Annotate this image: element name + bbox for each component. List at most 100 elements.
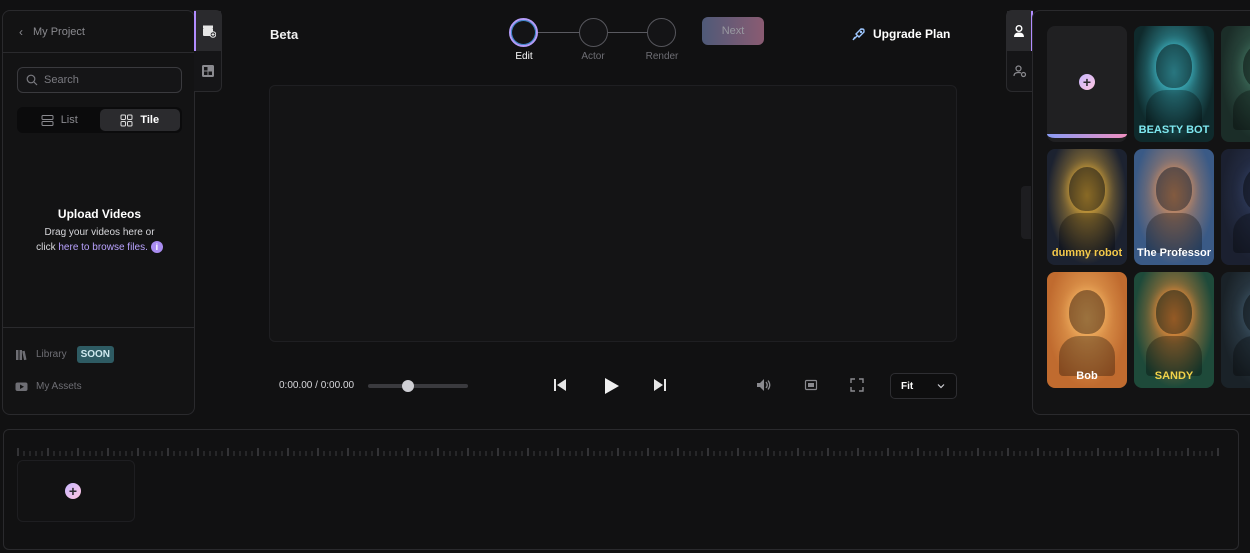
upload-title: Upload Videos	[57, 207, 142, 221]
youtube-icon	[15, 382, 28, 391]
app-root: ‹ My Project Search List Tile Upload Vid…	[0, 0, 1250, 553]
browse-files-link[interactable]: here to browse files.	[58, 242, 148, 253]
my-assets-label: My Assets	[36, 381, 82, 392]
actor-name: Bob	[1076, 370, 1098, 382]
actor-card[interactable]: dummy robot	[1047, 149, 1127, 265]
step-connector	[538, 32, 580, 33]
actor-name: dummy robot	[1051, 247, 1123, 259]
fullscreen-button[interactable]	[848, 374, 866, 396]
actor-card[interactable]: Bob	[1047, 272, 1127, 388]
step-edit-circle[interactable]	[509, 18, 538, 47]
add-clip-icon: +	[65, 483, 81, 499]
tab-actor-settings[interactable]	[1007, 51, 1033, 91]
actor-card[interactable]: BEASTY BOT	[1134, 26, 1214, 142]
upload-line1: Drag your videos here or	[44, 227, 155, 238]
skip-forward-button[interactable]	[650, 374, 670, 396]
tile-view-button[interactable]: Tile	[99, 109, 180, 131]
soon-badge: SOON	[76, 346, 115, 363]
upgrade-plan-label: Upgrade Plan	[873, 27, 951, 41]
actor-portrait	[1156, 290, 1192, 334]
skip-forward-icon	[654, 379, 666, 391]
volume-button[interactable]	[755, 374, 773, 396]
actor-card[interactable]	[1221, 26, 1250, 142]
timeline-add-clip[interactable]: +	[17, 460, 135, 522]
step-connector	[608, 32, 648, 33]
media-panel-footer: Library SOON My Assets	[3, 327, 194, 415]
time-readout: 0:00.00 / 0:00.00	[279, 380, 355, 391]
upload-description: Drag your videos here or click here to b…	[3, 225, 196, 255]
actor-card[interactable]	[1221, 149, 1250, 265]
info-icon[interactable]: i	[150, 241, 163, 254]
grid-icon	[120, 114, 133, 126]
actor-body	[1233, 90, 1250, 130]
tab-templates[interactable]	[194, 51, 221, 91]
library-item[interactable]: Library SOON	[15, 346, 115, 363]
actor-portrait	[1156, 167, 1192, 211]
back-label: My Project	[33, 25, 85, 38]
actor-gallery: + BEASTY BOT dummy robot The Professor Bob SA…	[1032, 10, 1250, 415]
actor-name: The Professor	[1137, 247, 1211, 259]
upgrade-plan-button[interactable]: Upgrade Plan	[851, 26, 950, 42]
layout-icon	[201, 65, 214, 77]
actor-card[interactable]	[1221, 272, 1250, 388]
list-icon	[41, 114, 54, 126]
actor-card[interactable]: The Professor	[1134, 149, 1214, 265]
actor-portrait	[1243, 167, 1250, 211]
fit-select[interactable]: Fit	[890, 373, 957, 399]
actor-body	[1233, 336, 1250, 376]
library-label: Library	[36, 349, 67, 360]
panel-collapse-handle[interactable]	[1021, 186, 1031, 239]
actor-name: SANDY	[1154, 370, 1194, 382]
rocket-icon	[852, 28, 865, 41]
clapperboard-icon	[202, 25, 216, 38]
play-icon	[605, 378, 619, 394]
search-input[interactable]: Search	[17, 67, 182, 93]
upload-line2-prefix: click	[36, 242, 59, 253]
user-icon	[1014, 25, 1024, 37]
back-to-project[interactable]: ‹ My Project	[3, 11, 194, 53]
view-toggle: List Tile	[17, 107, 182, 133]
step-actor-circle[interactable]	[579, 18, 608, 47]
user-settings-icon	[1013, 65, 1027, 78]
step-render-label: Render	[645, 51, 679, 62]
chevron-left-icon: ‹	[19, 24, 23, 39]
timeline-ruler[interactable]	[16, 448, 1222, 456]
tab-actors[interactable]	[1007, 11, 1033, 51]
step-render-circle[interactable]	[647, 18, 676, 47]
tile-view-label: Tile	[140, 114, 160, 126]
chevron-down-icon	[937, 384, 945, 389]
media-side-tabs	[194, 10, 222, 92]
search-placeholder: Search	[44, 74, 79, 86]
list-view-button[interactable]: List	[19, 109, 100, 131]
video-preview-canvas[interactable]	[269, 85, 957, 342]
volume-icon	[757, 379, 771, 391]
add-actor-icon: +	[1079, 74, 1095, 90]
actor-portrait	[1156, 44, 1192, 88]
pip-button[interactable]	[803, 374, 819, 396]
step-edit-label: Edit	[515, 51, 533, 62]
seek-bar[interactable]	[368, 384, 468, 388]
actor-card[interactable]: SANDY	[1134, 272, 1214, 388]
actor-portrait	[1069, 290, 1105, 334]
actor-portrait	[1243, 290, 1250, 334]
upload-dropzone[interactable]: Upload Videos Drag your videos here or c…	[3, 207, 196, 255]
my-assets-item[interactable]: My Assets	[15, 380, 82, 393]
actor-side-tabs	[1006, 10, 1033, 92]
fullscreen-icon	[850, 378, 864, 392]
seek-handle[interactable]	[402, 380, 414, 392]
picture-in-picture-icon	[804, 379, 818, 391]
next-button[interactable]: Next	[702, 17, 764, 45]
library-icon	[16, 350, 27, 361]
project-name: Beta	[270, 27, 299, 42]
tab-media[interactable]	[194, 11, 221, 51]
search-icon	[26, 74, 38, 86]
actor-body	[1233, 213, 1250, 253]
skip-back-button[interactable]	[550, 374, 570, 396]
play-button[interactable]	[599, 374, 623, 398]
actor-portrait	[1243, 44, 1250, 88]
actor-name: BEASTY BOT	[1138, 124, 1210, 136]
add-actor-card[interactable]: +	[1047, 26, 1127, 142]
media-panel: ‹ My Project Search List Tile Upload Vid…	[2, 10, 195, 415]
timeline-panel: +	[3, 429, 1239, 550]
skip-back-icon	[554, 379, 566, 391]
